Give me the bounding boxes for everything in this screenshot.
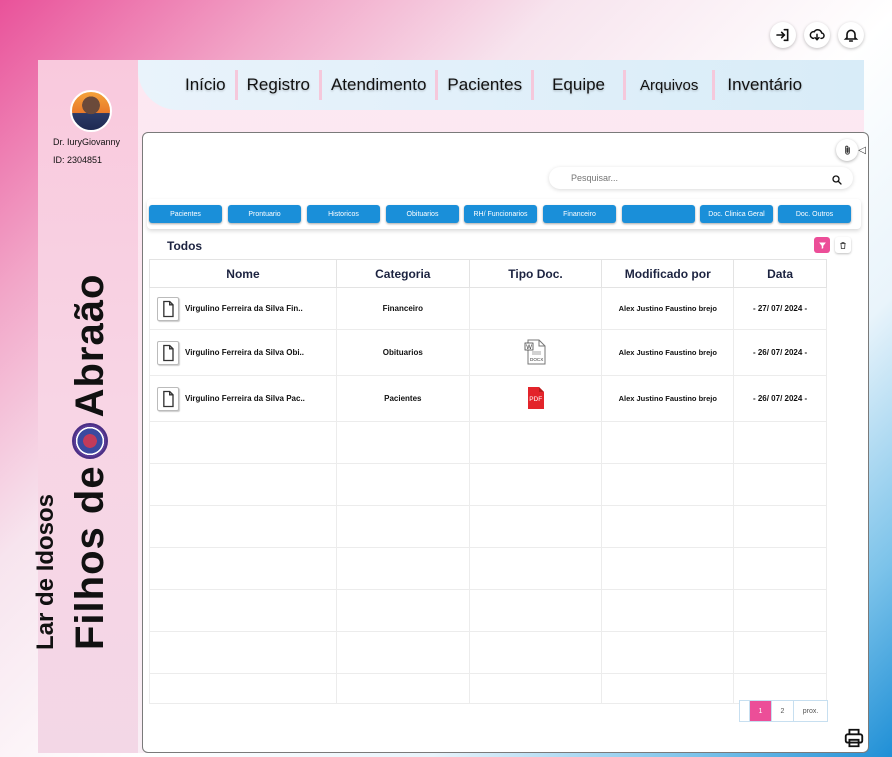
pagination: 1 2 prox. <box>739 700 828 722</box>
brand-line2: Filhos de <box>68 465 112 650</box>
next-page[interactable]: prox. <box>794 701 827 721</box>
col-tipo-doc[interactable]: Tipo Doc. <box>468 259 603 288</box>
category-rh-funcionarios[interactable]: RH/ Funcionarios <box>464 205 537 223</box>
file-name: Virgulino Ferreira da Silva Fin.. <box>185 303 303 313</box>
nav-equipe[interactable]: Equipe <box>534 70 627 100</box>
category-doc-clinica-geral[interactable]: Doc. Clinica Geral <box>700 205 773 223</box>
category-doc-outros[interactable]: Doc. Outros <box>778 205 851 223</box>
table-row-empty <box>149 673 827 704</box>
category-historicos[interactable]: Historicos <box>307 205 380 223</box>
col-modificado-por[interactable]: Modificado por <box>601 259 735 288</box>
col-categoria[interactable]: Categoria <box>335 259 470 288</box>
avatar[interactable] <box>70 90 112 132</box>
category-cell: Financeiro <box>335 287 470 330</box>
category-obituarios[interactable]: Obituarios <box>386 205 459 223</box>
category-bar: Pacientes Prontuario Historicos Obituari… <box>147 199 861 229</box>
modified-by-cell: Alex Justino Faustino brejo <box>601 329 735 376</box>
type-cell <box>468 287 603 330</box>
modified-by-cell: Alex Justino Faustino brejo <box>601 287 735 330</box>
category-blank[interactable] <box>622 205 695 223</box>
file-name-cell[interactable]: Virgulino Ferreira da Silva Pac.. <box>149 375 337 422</box>
cloud-download-icon[interactable] <box>804 22 830 48</box>
table-row-empty <box>149 505 827 548</box>
collapse-arrow-icon[interactable]: ◁ <box>858 145 866 156</box>
sidebar: Dr. IuryGiovanny ID: 2304851 Lar de Idos… <box>32 60 138 753</box>
login-icon[interactable] <box>770 22 796 48</box>
brand-logo: Lar de Idosos Filhos de Abraão <box>32 273 112 650</box>
file-name: Virgulino Ferreira da Silva Obi.. <box>185 347 304 357</box>
brand-line3: Abraão <box>68 273 112 418</box>
docx-icon: W DOCX <box>524 339 546 364</box>
brand-line1: Lar de Idosos <box>32 493 59 650</box>
main-nav: Início Registro Atendimento Pacientes Eq… <box>138 60 864 110</box>
docx-label: DOCX <box>530 357 543 362</box>
top-toolbar <box>770 22 864 48</box>
file-name: Virgulino Ferreira da Silva Pac.. <box>185 393 305 403</box>
file-icon <box>157 340 179 365</box>
nav-inventario[interactable]: Inventário <box>715 70 814 100</box>
filter-icon[interactable] <box>814 237 830 253</box>
table-row-empty <box>149 547 827 590</box>
date-cell: - 27/ 07/ 2024 - <box>733 287 827 330</box>
file-icon <box>157 386 179 411</box>
file-name-cell[interactable]: Virgulino Ferreira da Silva Fin.. <box>149 287 337 330</box>
category-financeiro[interactable]: Financeiro <box>543 205 616 223</box>
pagination-spacer <box>740 701 750 721</box>
modified-by-cell: Alex Justino Faustino brejo <box>601 375 735 422</box>
seal-icon <box>72 423 108 460</box>
files-table: Nome Categoria Tipo Doc. Modificado por … <box>149 259 827 704</box>
search-icon[interactable] <box>831 171 843 190</box>
table-header-row: Nome Categoria Tipo Doc. Modificado por … <box>149 259 827 288</box>
col-nome[interactable]: Nome <box>149 259 337 288</box>
category-prontuario[interactable]: Prontuario <box>228 205 301 223</box>
type-cell: PDF <box>468 375 603 422</box>
user-id: ID: 2304851 <box>53 155 103 165</box>
printer-icon[interactable] <box>843 727 865 753</box>
pdf-label: PDF <box>529 396 542 403</box>
svg-text:W: W <box>526 345 532 351</box>
nav-atendimento[interactable]: Atendimento <box>322 70 439 100</box>
nav-registro[interactable]: Registro <box>238 70 322 100</box>
nav-inicio[interactable]: Início <box>176 70 238 100</box>
filter-title: Todos <box>167 239 203 253</box>
bell-icon[interactable] <box>838 22 864 48</box>
search-bar <box>549 167 853 189</box>
file-icon <box>157 296 179 321</box>
table-row[interactable]: Virgulino Ferreira da Silva Pac.. Pacien… <box>149 375 827 422</box>
file-name-cell[interactable]: Virgulino Ferreira da Silva Obi.. <box>149 329 337 376</box>
pdf-icon: PDF <box>527 386 544 409</box>
type-cell: W DOCX <box>468 329 603 376</box>
category-cell: Pacientes <box>335 375 470 422</box>
paperclip-icon[interactable] <box>836 139 858 161</box>
nav-pacientes[interactable]: Pacientes <box>438 70 535 100</box>
table-row[interactable]: Virgulino Ferreira da Silva Obi.. Obitua… <box>149 329 827 376</box>
col-data[interactable]: Data <box>733 259 827 288</box>
page-1[interactable]: 1 <box>750 701 772 721</box>
date-cell: - 26/ 07/ 2024 - <box>733 375 827 422</box>
page-2[interactable]: 2 <box>772 701 794 721</box>
user-name: Dr. IuryGiovanny <box>53 137 121 147</box>
nav-arquivos[interactable]: Arquivos <box>626 70 716 100</box>
search-input[interactable] <box>549 173 809 183</box>
category-cell: Obituarios <box>335 329 470 376</box>
table-row[interactable]: Virgulino Ferreira da Silva Fin.. Financ… <box>149 287 827 330</box>
date-cell: - 26/ 07/ 2024 - <box>733 329 827 376</box>
trash-icon[interactable] <box>835 237 851 253</box>
files-panel: ◁ Pacientes Prontuario Historicos Obitua… <box>142 132 869 753</box>
table-row-empty <box>149 631 827 674</box>
table-row-empty <box>149 463 827 506</box>
table-row-empty <box>149 589 827 632</box>
category-pacientes[interactable]: Pacientes <box>149 205 222 223</box>
table-row-empty <box>149 421 827 464</box>
